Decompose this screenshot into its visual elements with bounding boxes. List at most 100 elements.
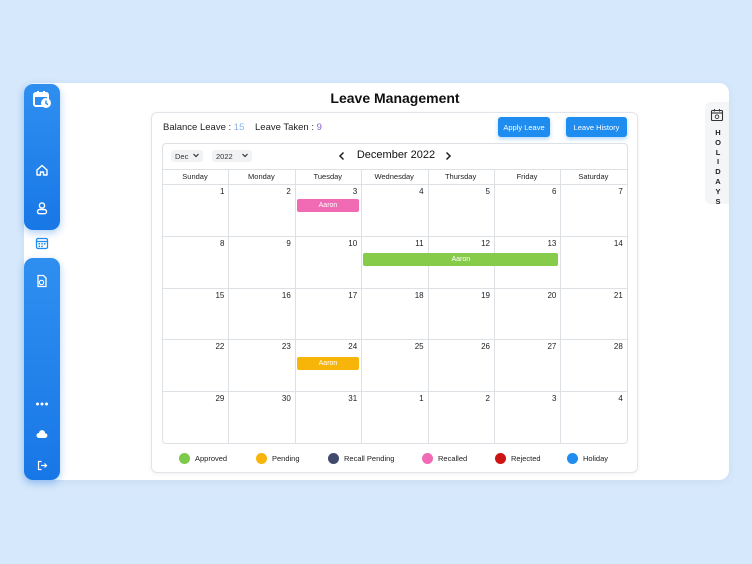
legend-dot — [328, 453, 339, 464]
weekday-header: Monday — [248, 172, 275, 181]
taken-label: Leave Taken : — [255, 122, 314, 133]
sidebar-bottom — [24, 258, 60, 480]
day-cell-number[interactable]: 20 — [536, 291, 556, 300]
month-select-value: Dec — [175, 151, 189, 161]
holidays-letter: D — [715, 167, 721, 177]
home-icon[interactable] — [24, 160, 60, 180]
day-cell-number[interactable]: 14 — [603, 239, 623, 248]
document-icon[interactable] — [24, 271, 60, 291]
legend-label: Rejected — [511, 454, 541, 463]
day-cell-number[interactable]: 6 — [536, 187, 556, 196]
legend-dot — [495, 453, 506, 464]
grid-divider — [162, 339, 628, 341]
weekday-header: Sunday — [182, 172, 208, 181]
day-cell-number[interactable]: 2 — [470, 394, 490, 403]
grid-divider — [228, 169, 230, 444]
balance-leave: Balance Leave : 15 — [163, 122, 244, 133]
legend-dot — [179, 453, 190, 464]
calendar-icon[interactable] — [27, 232, 57, 254]
grid-divider — [560, 169, 562, 444]
day-cell-number[interactable]: 11 — [404, 239, 423, 248]
legend-label: Approved — [195, 454, 228, 463]
apply-leave-button[interactable]: Apply Leave — [498, 117, 550, 137]
grid-divider — [162, 391, 628, 393]
grid-divider — [361, 169, 363, 444]
holidays-letter: L — [715, 147, 721, 157]
month-title: December 2022 — [356, 149, 436, 161]
holidays-letter: Y — [715, 186, 721, 196]
page-title: Leave Management — [330, 90, 460, 106]
year-select[interactable]: 2022 — [212, 150, 252, 162]
chevron-down-icon — [241, 151, 249, 161]
next-month-button[interactable] — [443, 150, 453, 162]
weekday-header: Tuesday — [313, 172, 343, 181]
day-cell-number[interactable]: 18 — [404, 291, 424, 300]
day-cell-number[interactable]: 4 — [404, 187, 423, 196]
weekday-header: Saturday — [578, 172, 609, 181]
legend-dot — [422, 453, 433, 464]
day-cell-number[interactable]: 8 — [204, 239, 224, 248]
day-cell-number[interactable]: 19 — [470, 291, 490, 300]
calendar-clock-icon[interactable] — [24, 89, 60, 111]
legend-dot — [567, 453, 578, 464]
day-cell-number[interactable]: 29 — [204, 394, 224, 403]
day-cell-number[interactable]: 24 — [337, 342, 357, 351]
day-cell-number[interactable]: 2 — [271, 187, 290, 196]
cloud-icon[interactable] — [24, 425, 60, 445]
day-cell-number[interactable]: 31 — [337, 394, 357, 403]
calendar-grid — [162, 143, 628, 444]
day-cell-number[interactable]: 10 — [337, 239, 357, 248]
grid-divider — [162, 169, 628, 170]
user-icon[interactable] — [24, 198, 60, 218]
grid-divider — [427, 169, 429, 444]
day-cell-number[interactable]: 12 — [470, 239, 490, 248]
day-cell-number[interactable]: 22 — [204, 342, 224, 351]
day-cell-number[interactable]: 9 — [271, 239, 290, 248]
weekday-header: Thursday — [444, 172, 477, 181]
day-cell-number[interactable]: 5 — [470, 187, 490, 196]
taken-value: 9 — [316, 122, 322, 133]
more-icon[interactable] — [24, 394, 60, 414]
day-cell-number[interactable]: 27 — [536, 342, 556, 351]
holidays-letter: H — [715, 128, 721, 137]
balance-value: 15 — [233, 122, 245, 133]
legend-label: Recall Pending — [344, 454, 395, 463]
month-select[interactable]: Dec — [171, 150, 203, 162]
day-cell-number[interactable]: 17 — [337, 291, 357, 300]
day-cell-number[interactable]: 21 — [603, 291, 623, 300]
day-cell-number[interactable]: 25 — [404, 342, 424, 351]
legend-label: Holiday — [583, 454, 609, 463]
logout-icon[interactable] — [24, 455, 60, 475]
day-cell-number[interactable]: 28 — [603, 342, 623, 351]
holidays-letter: S — [715, 196, 721, 206]
day-cell-number[interactable]: 15 — [204, 291, 224, 300]
grid-divider — [162, 235, 628, 237]
day-cell-number[interactable]: 16 — [271, 291, 291, 300]
leave-event[interactable]: Aaron — [363, 252, 559, 266]
day-cell-number[interactable]: 4 — [603, 394, 622, 403]
day-cell-number[interactable]: 1 — [204, 187, 224, 196]
day-cell-number[interactable]: 23 — [271, 342, 291, 351]
day-cell-number[interactable]: 13 — [536, 239, 556, 248]
chevron-down-icon — [192, 151, 200, 161]
balance-label: Balance Leave : — [163, 122, 232, 133]
leave-history-button[interactable]: Leave History — [566, 117, 627, 137]
legend-dot — [256, 453, 267, 464]
day-cell-number[interactable]: 26 — [470, 342, 490, 351]
leave-event[interactable]: Aaron — [296, 199, 360, 212]
holidays-letter: I — [716, 157, 720, 167]
day-cell-number[interactable]: 3 — [536, 394, 556, 403]
grid-divider — [294, 169, 296, 444]
weekday-header: Wednesday — [374, 172, 414, 181]
leave-event[interactable]: Aaron — [296, 357, 360, 371]
holiday-calendar-icon — [710, 108, 724, 127]
legend-label: Pending — [272, 454, 300, 463]
legend-label: Recalled — [438, 454, 468, 463]
day-cell-number[interactable]: 7 — [603, 187, 622, 196]
prev-month-button[interactable] — [337, 150, 347, 162]
day-cell-number[interactable]: 1 — [404, 394, 423, 403]
leave-taken: Leave Taken : 9 — [255, 122, 322, 133]
holidays-letter: A — [715, 176, 721, 186]
day-cell-number[interactable]: 30 — [271, 394, 291, 403]
day-cell-number[interactable]: 3 — [337, 187, 357, 196]
